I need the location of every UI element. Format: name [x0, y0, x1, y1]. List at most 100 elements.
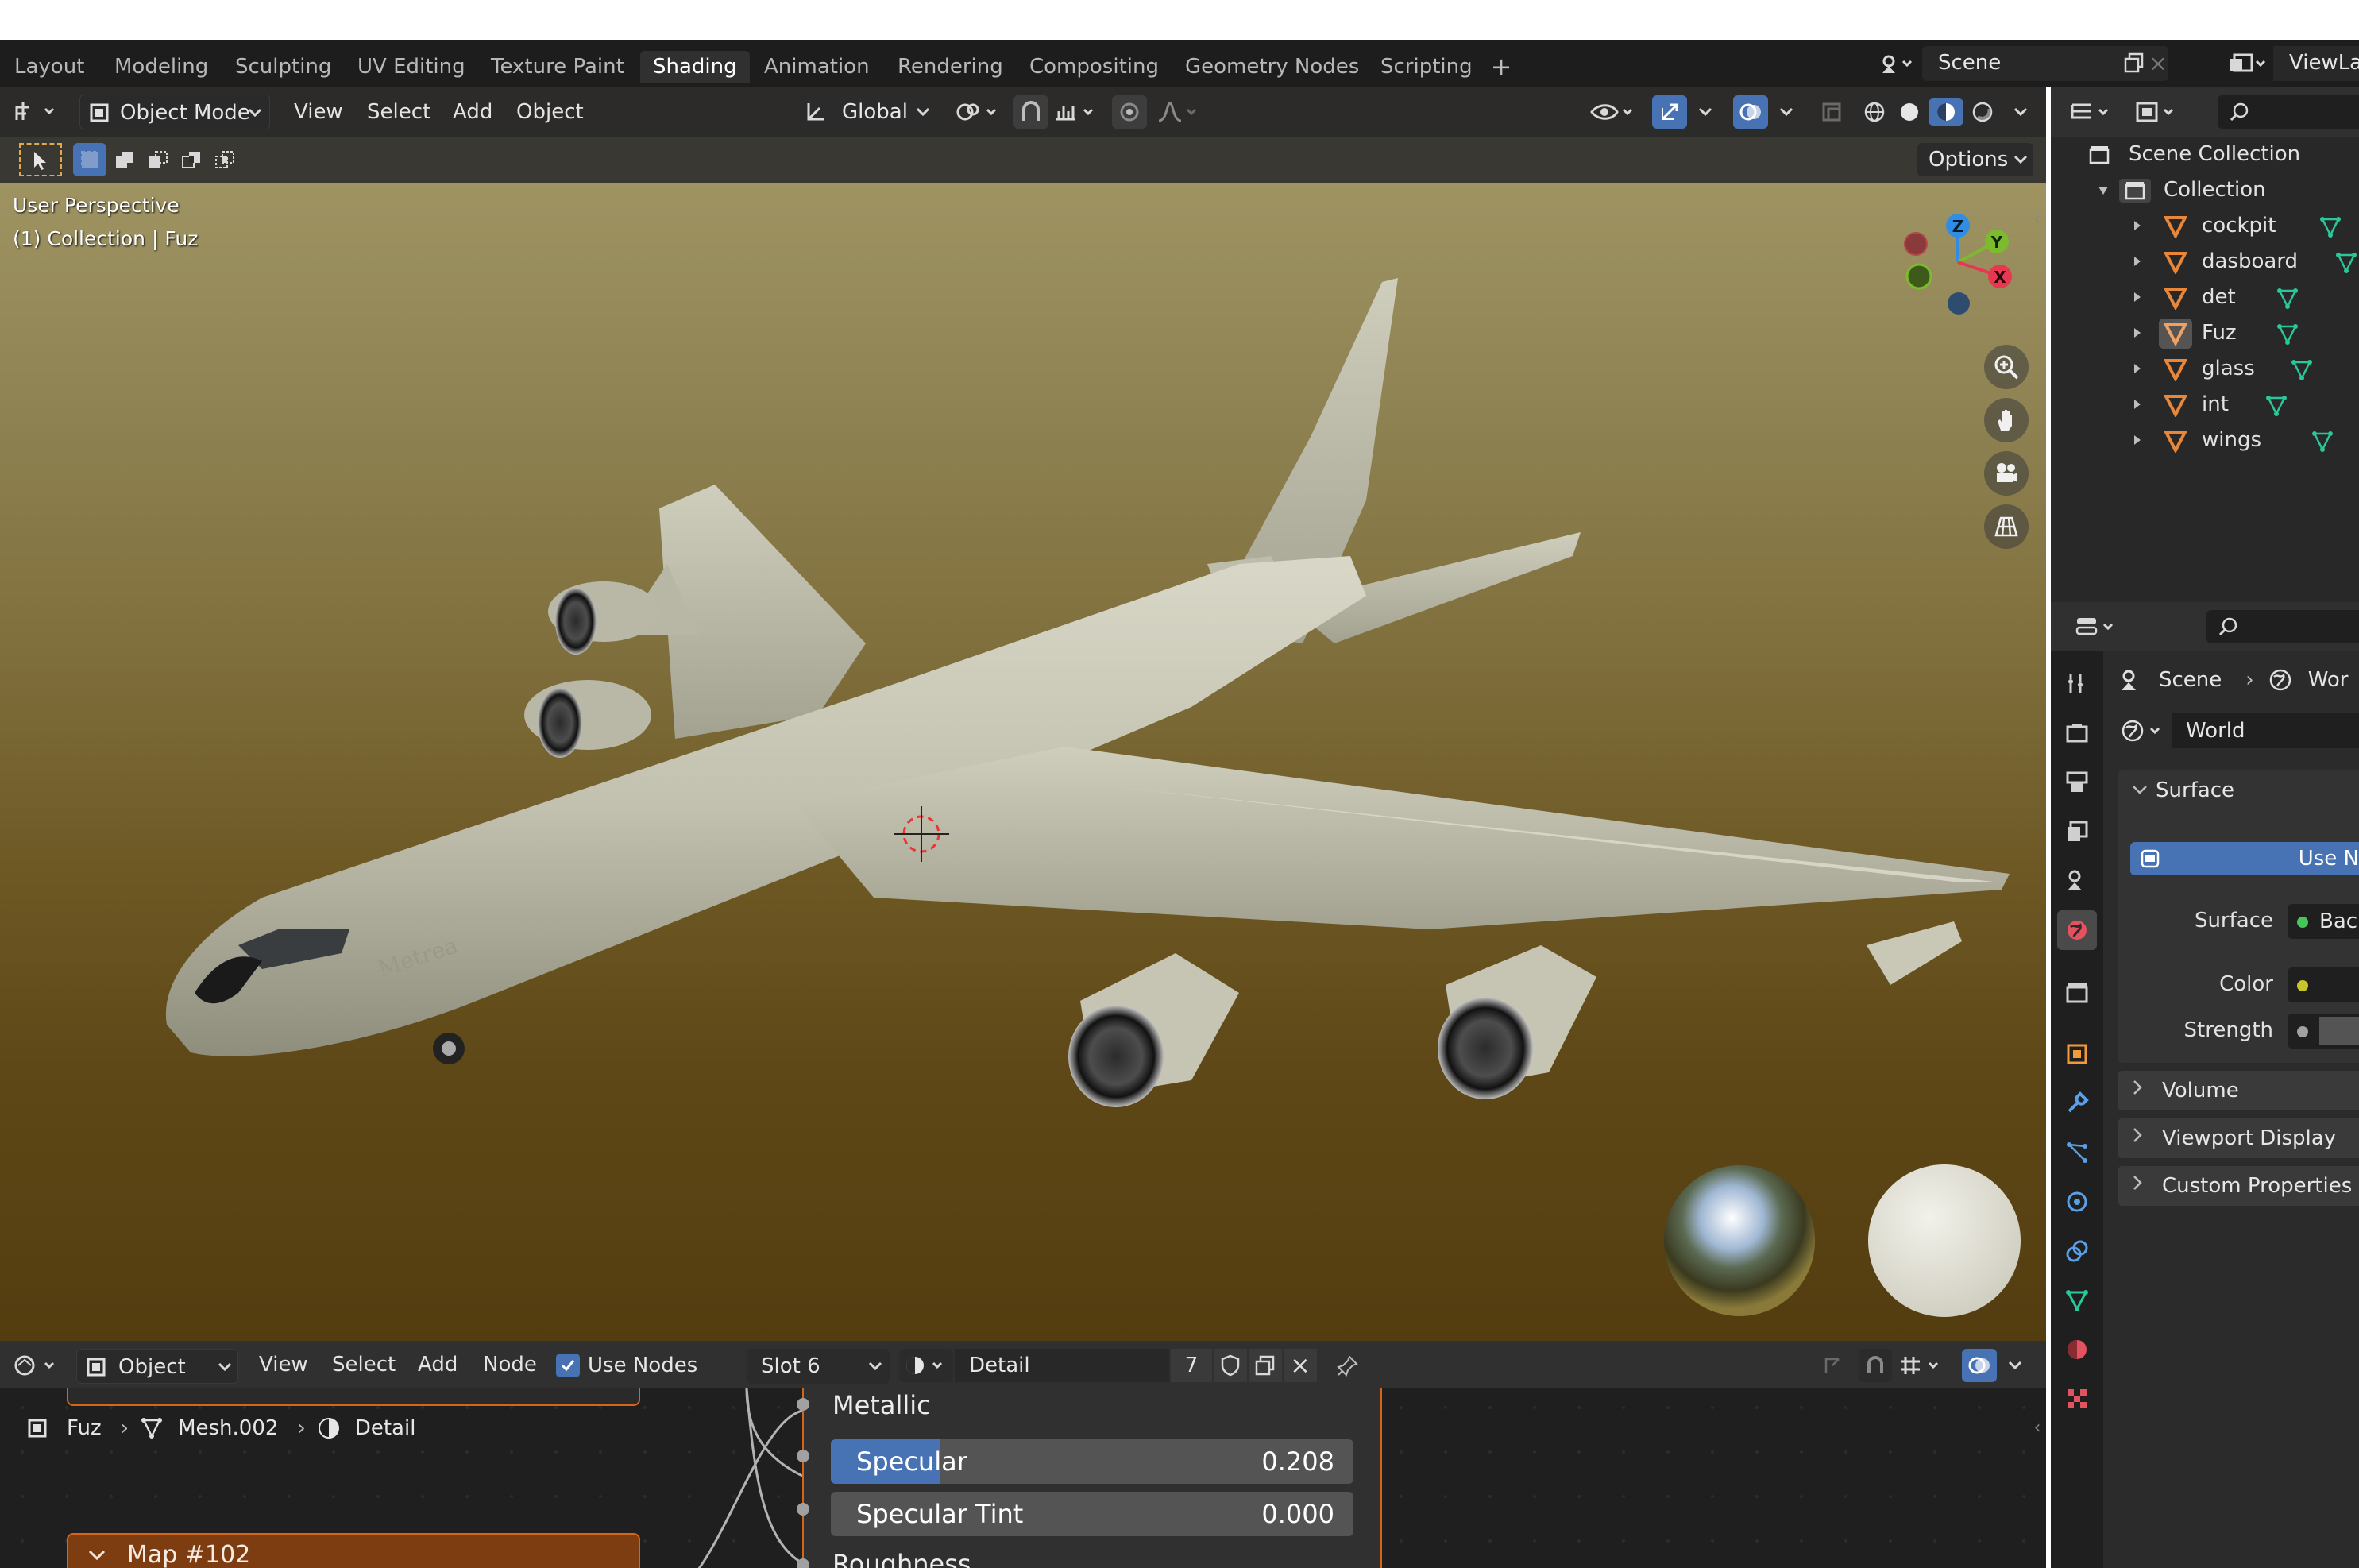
hand-pan-icon[interactable] — [1984, 398, 2029, 442]
menu-select[interactable]: Select — [367, 95, 430, 129]
pivot-point-icon[interactable] — [953, 95, 1004, 129]
tab-texture-paint[interactable]: Texture Paint — [478, 51, 637, 83]
sidebar-toggle-icon[interactable]: ‹ — [2030, 207, 2044, 230]
zoom-icon[interactable] — [1984, 345, 2029, 389]
overlays-icon[interactable] — [1962, 1349, 1997, 1382]
mesh-data-icon[interactable] — [2275, 322, 2300, 347]
menu-add[interactable]: Add — [453, 95, 492, 129]
editor-type-icon[interactable] — [8, 95, 64, 129]
physics-icon[interactable] — [2057, 1182, 2097, 1222]
menu-view[interactable]: View — [294, 95, 343, 129]
specular-tint-slider[interactable]: Specular Tint 0.000 — [831, 1492, 1353, 1536]
select-new-icon[interactable] — [73, 143, 106, 176]
view-layer-properties-icon[interactable] — [2057, 812, 2097, 852]
tab-scripting[interactable]: Scripting — [1368, 51, 1485, 83]
neg-y-axis-handle[interactable] — [1905, 263, 1932, 290]
roughness-socket[interactable] — [797, 1558, 809, 1568]
principled-bsdf-node[interactable]: Metallic Specular 0.208 Specular Tint 0.… — [797, 1388, 1382, 1568]
transform-orientation-dropdown[interactable]: Global — [797, 95, 936, 129]
wireframe-shading-icon[interactable] — [1859, 98, 1890, 126]
object-properties-icon[interactable] — [2057, 1034, 2097, 1074]
collapse-chevron-icon[interactable] — [86, 1541, 108, 1568]
unlink-close-icon[interactable]: × — [1284, 1349, 1317, 1382]
specular-slider[interactable]: Specular 0.208 — [831, 1439, 1353, 1484]
breadcrumb-scene[interactable]: Scene — [2159, 668, 2222, 692]
fake-user-shield-icon[interactable] — [1214, 1349, 1247, 1382]
options-dropdown[interactable]: Options — [1917, 143, 2033, 176]
outliner-item-wings[interactable]: wings — [2051, 423, 2359, 458]
tab-animation[interactable]: Animation — [751, 51, 882, 83]
metallic-socket[interactable] — [797, 1398, 809, 1411]
select-invert-icon[interactable] — [175, 143, 208, 176]
editor-type-icon[interactable] — [8, 1349, 64, 1382]
expand-arrow-icon[interactable] — [2130, 431, 2145, 450]
snap-icon[interactable] — [1859, 1349, 1892, 1382]
scene-selector-icon[interactable] — [1874, 48, 1919, 79]
expand-arrow-icon[interactable] — [2130, 323, 2145, 342]
falloff-icon[interactable] — [1152, 95, 1203, 129]
snap-icon[interactable] — [1013, 95, 1048, 129]
specular-tint-socket[interactable] — [797, 1503, 809, 1516]
node-menu-select[interactable]: Select — [332, 1348, 396, 1381]
material-properties-icon[interactable] — [2057, 1330, 2097, 1369]
map-node[interactable]: Map #102 — [67, 1533, 640, 1568]
3d-viewport[interactable]: Metrea Object Mode View Select Add Objec… — [0, 87, 2046, 1341]
particles-icon[interactable] — [2057, 1133, 2097, 1172]
mesh-data-icon[interactable] — [2334, 250, 2359, 276]
tab-rendering[interactable]: Rendering — [885, 51, 1016, 83]
scene-properties-icon[interactable] — [2057, 861, 2097, 901]
overlays-icon[interactable] — [1733, 95, 1768, 129]
breadcrumb-world[interactable]: Wor — [2308, 668, 2349, 692]
snap-target-icon[interactable] — [1048, 95, 1104, 129]
texture-properties-icon[interactable] — [2057, 1379, 2097, 1419]
output-properties-icon[interactable] — [2057, 763, 2097, 802]
volume-panel-header[interactable]: Volume — [2118, 1071, 2359, 1110]
mesh-data-icon[interactable] — [2057, 1280, 2097, 1320]
outliner-item-cockpit[interactable]: cockpit — [2051, 208, 2359, 244]
tab-uv-editing[interactable]: UV Editing — [345, 51, 478, 83]
snap-grid-icon[interactable] — [1894, 1349, 1951, 1382]
material-preview-shading-icon[interactable] — [1929, 98, 1963, 126]
view-layer-icon[interactable] — [2224, 48, 2272, 79]
camera-icon[interactable] — [1984, 451, 2029, 496]
expand-arrow-icon[interactable] — [2130, 288, 2145, 307]
object-mode-dropdown[interactable]: Object Mode — [79, 95, 270, 129]
visibility-eye-icon[interactable] — [1589, 95, 1636, 129]
surface-shader-field[interactable]: Bac — [2288, 904, 2359, 939]
breadcrumb-material[interactable]: Detail — [355, 1416, 416, 1440]
duplicate-icon[interactable] — [1249, 1349, 1282, 1382]
menu-object[interactable]: Object — [516, 95, 584, 129]
select-intersect-icon[interactable] — [208, 143, 241, 176]
shader-node-editor[interactable]: Object View Select Add Node Use Nodes Sl… — [0, 1341, 2046, 1568]
xray-icon[interactable] — [1816, 95, 1847, 129]
sidebar-toggle-icon[interactable]: ‹ — [2030, 1415, 2044, 1439]
tab-modeling[interactable]: Modeling — [102, 51, 221, 83]
mesh-data-icon[interactable] — [2310, 429, 2335, 454]
proportional-edit-icon[interactable] — [1112, 95, 1147, 129]
constraints-icon[interactable] — [2057, 1231, 2097, 1271]
plus-icon[interactable]: + — [1487, 51, 1515, 83]
tool-settings-icon[interactable] — [2057, 664, 2097, 704]
tab-shading[interactable]: Shading — [640, 51, 750, 83]
chevron-down-icon[interactable] — [2006, 95, 2035, 129]
editor-type-icon[interactable] — [2071, 610, 2124, 643]
world-browse-icon[interactable] — [2118, 713, 2170, 748]
surface-panel-header[interactable]: Surface — [2118, 770, 2359, 810]
node-menu-view[interactable]: View — [259, 1348, 308, 1381]
strength-value-box[interactable] — [2319, 1017, 2359, 1045]
tab-compositing[interactable]: Compositing — [1017, 51, 1172, 83]
render-properties-icon[interactable] — [2057, 713, 2097, 753]
tab-layout[interactable]: Layout — [2, 51, 97, 83]
select-extend-icon[interactable] — [108, 143, 141, 176]
scene-collection-row[interactable]: Scene Collection — [2051, 137, 2359, 172]
grid-ortho-icon[interactable] — [1984, 504, 2029, 549]
parent-node-tree-icon[interactable] — [1816, 1349, 1849, 1382]
close-icon[interactable]: × — [2148, 50, 2168, 76]
breadcrumb-object[interactable]: Fuz — [67, 1416, 102, 1440]
display-mode-icon[interactable] — [2132, 95, 2184, 129]
mesh-data-icon[interactable] — [2275, 286, 2300, 311]
outliner-item-det[interactable]: det — [2051, 280, 2359, 315]
node-menu-add[interactable]: Add — [418, 1348, 458, 1381]
collection-properties-icon[interactable] — [2057, 972, 2097, 1012]
navigation-gizmo[interactable]: Z Y X — [1890, 199, 2017, 326]
